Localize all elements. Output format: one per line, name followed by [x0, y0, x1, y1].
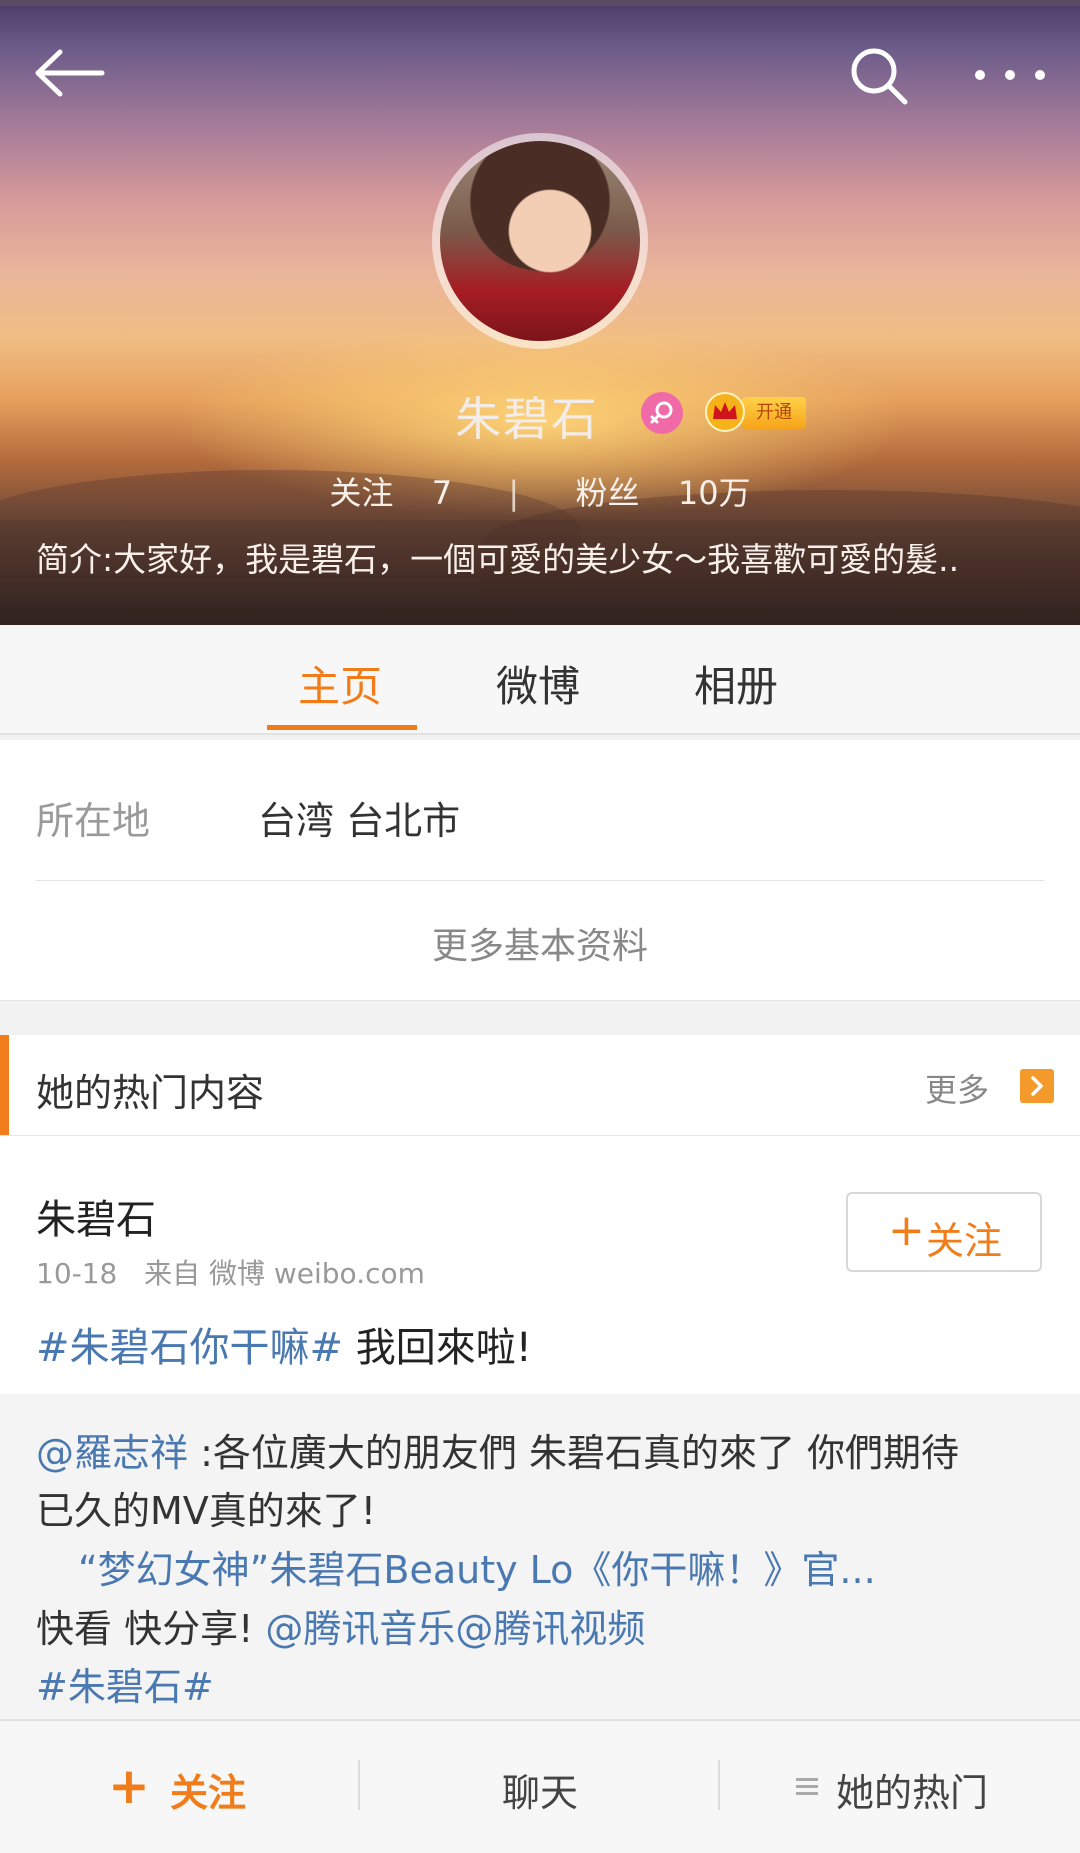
tab-home[interactable]: 主页: [298, 653, 382, 714]
hot-more-link[interactable]: 更多: [925, 1065, 989, 1111]
post-author[interactable]: 朱碧石: [36, 1187, 156, 1245]
status-bar-strip: [0, 0, 1080, 6]
location-value: 台湾 台北市: [258, 799, 461, 843]
follow-stats: 关注 7 | 粉丝 10万: [0, 468, 1080, 514]
post-follow-label: 关注: [926, 1219, 1003, 1263]
vip-open-badge[interactable]: 开通: [742, 397, 806, 429]
tab-album[interactable]: 相册: [694, 653, 778, 714]
post-body: 我回來啦!: [343, 1325, 532, 1371]
back-button[interactable]: [30, 40, 110, 110]
tab-weibo[interactable]: 微博: [496, 653, 580, 714]
repost-text-1: :各位廣大的朋友們 朱碧石真的來了 你們期待: [188, 1431, 960, 1475]
profile-intro[interactable]: 简介:大家好，我是碧石，一個可愛的美少女～我喜歡可愛的髮..: [36, 533, 1046, 581]
hot-content-title: 她的热门内容: [36, 1071, 265, 1115]
search-button[interactable]: [845, 42, 915, 112]
section-accent-bar: [0, 1035, 9, 1135]
following-count[interactable]: 7: [432, 474, 452, 512]
repost-text-4: 快看 快分享!: [36, 1607, 254, 1651]
chevron-right-icon[interactable]: [1020, 1069, 1054, 1103]
post-meta: 10-18 来自 微博 weibo.com: [36, 1252, 425, 1292]
search-icon: [851, 48, 908, 105]
back-arrow-icon: [35, 49, 105, 97]
repost-line-4: 快看 快分享! @腾讯音乐@腾讯视频: [36, 1598, 645, 1653]
more-options-button[interactable]: [965, 45, 1055, 105]
followers-count[interactable]: 10万: [678, 468, 751, 514]
active-tab-indicator: [267, 725, 417, 730]
more-dots-icon: [975, 70, 1045, 80]
post-text: #朱碧石你干嘛# 我回來啦!: [36, 1315, 532, 1373]
divider: [36, 880, 1044, 881]
followers-label[interactable]: 粉丝: [576, 468, 640, 514]
post-date: 10-18: [36, 1257, 118, 1290]
more-basic-info-link[interactable]: 更多基本资料: [0, 917, 1080, 969]
repost-mentions[interactable]: @腾讯音乐@腾讯视频: [265, 1607, 645, 1651]
bottom-hot-button[interactable]: 她的热门: [836, 1762, 988, 1817]
repost-hashtag[interactable]: #朱碧石#: [36, 1656, 214, 1711]
avatar[interactable]: [440, 141, 640, 341]
plus-icon: +: [888, 1205, 925, 1256]
female-gender-icon: [641, 392, 683, 434]
following-label[interactable]: 关注: [329, 468, 393, 514]
post-source: 来自 微博 weibo.com: [144, 1257, 425, 1290]
crown-icon: [704, 391, 746, 433]
repost-video-link[interactable]: “梦幻女神”朱碧石Beauty Lo《你干嘛！》官...: [78, 1539, 876, 1594]
repost-line-2: 已久的MV真的來了!: [36, 1489, 377, 1533]
repost-line-1: @羅志祥 :各位廣大的朋友們 朱碧石真的來了 你們期待: [36, 1422, 959, 1477]
stats-separator: |: [508, 474, 520, 512]
location-label: 所在地: [36, 799, 151, 843]
menu-lines-icon: [794, 1771, 820, 1801]
repost-mention[interactable]: @羅志祥: [36, 1431, 188, 1475]
post-hashtag[interactable]: #朱碧石你干嘛#: [36, 1325, 343, 1371]
divider: [718, 1760, 720, 1810]
user-name: 朱碧石: [455, 392, 599, 446]
